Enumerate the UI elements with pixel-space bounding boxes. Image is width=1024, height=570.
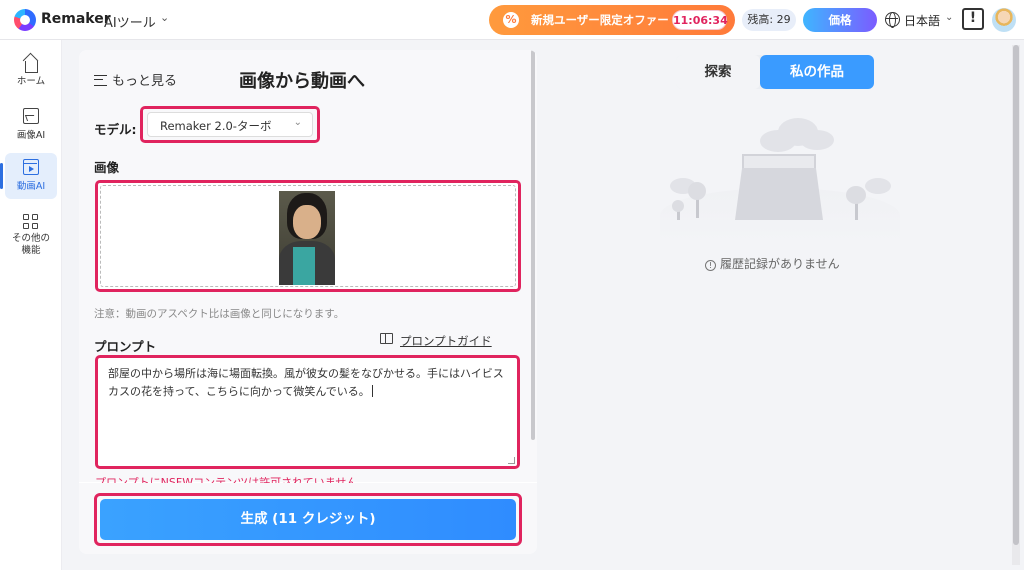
promo-banner[interactable]: % 新規ユーザー限定オファー 11:06:34: [489, 5, 735, 35]
sidebar-item-label: ホーム: [16, 76, 46, 87]
sidebar-item-home[interactable]: ホーム: [5, 52, 57, 98]
pricing-button[interactable]: 価格: [803, 8, 877, 32]
tab-my-works[interactable]: 私の作品: [760, 55, 874, 89]
language-label: 日本語: [904, 14, 941, 28]
aspect-ratio-note: 注意：動画のアスペクト比は画像と同じになります。: [94, 308, 345, 320]
image-upload-area[interactable]: [95, 180, 521, 292]
generate-area: 生成 (11 クレジット): [79, 483, 537, 554]
sidebar-item-label: その他の機能: [11, 233, 50, 256]
credits-balance: 残高: 29: [742, 9, 796, 31]
remaker-logo[interactable]: [14, 9, 36, 31]
panel-scroll-area: もっと見る 画像から動画へ モデル: Remaker 2.0-ターボ ⌄ 画像 …: [79, 50, 537, 483]
panel-scrollbar[interactable]: [531, 50, 535, 440]
language-selector[interactable]: 日本語 ⌄: [885, 10, 957, 30]
top-header: Remaker AIツール ⌄ % 新規ユーザー限定オファー 11:06:34 …: [0, 0, 1024, 40]
discount-icon: %: [503, 12, 519, 28]
chevron-down-icon[interactable]: ⌄: [160, 11, 169, 24]
sidebar-item-label: 動画AI: [16, 181, 46, 192]
empty-box-illustration: [660, 110, 900, 243]
home-icon: [24, 61, 38, 73]
sidebar-item-image-ai[interactable]: 画像AI: [5, 102, 57, 148]
page-title: 画像から動画へ: [239, 71, 365, 92]
gallery-tabs: 探索 私の作品: [676, 55, 874, 89]
sidebar-item-video-ai[interactable]: 動画AI: [0, 153, 57, 199]
prompt-textarea[interactable]: 部屋の中から場所は海に場面転換。風が彼女の髪をなびかせる。手にはハイビスカスの花…: [95, 355, 520, 469]
info-icon: !: [705, 260, 716, 271]
sidebar-item-other-features[interactable]: その他の機能: [5, 208, 57, 260]
prompt-guide-link[interactable]: プロンプトガイド: [380, 333, 492, 349]
sidebar-item-label: 画像AI: [16, 130, 46, 141]
generate-highlight: 生成 (11 クレジット): [94, 493, 522, 546]
empty-history-message: ! 履歴記録がありません: [705, 255, 840, 272]
uploaded-photo: [279, 191, 335, 285]
page-scrollbar[interactable]: [1012, 45, 1020, 565]
video-icon: [23, 159, 39, 175]
image-label: 画像: [94, 160, 120, 175]
generate-button[interactable]: 生成 (11 クレジット): [100, 499, 516, 540]
globe-icon: [885, 12, 900, 28]
feedback-icon[interactable]: !: [962, 8, 984, 30]
text-caret: [371, 385, 373, 397]
model-select-value: Remaker 2.0-ターボ: [160, 119, 272, 133]
left-sidebar: ホーム 画像AI 動画AI その他の機能: [0, 40, 62, 570]
chevron-down-icon: ⌄: [945, 12, 954, 23]
brand-name[interactable]: Remaker: [41, 11, 111, 27]
model-select-highlight: Remaker 2.0-ターボ ⌄: [140, 106, 320, 143]
more-link[interactable]: もっと見る: [94, 70, 177, 89]
prompt-label: プロンプト: [94, 339, 157, 354]
promo-text: 新規ユーザー限定オファー: [531, 13, 669, 27]
scrollbar-thumb[interactable]: [1013, 45, 1019, 545]
tab-explore[interactable]: 探索: [676, 55, 760, 89]
image-to-video-panel: もっと見る 画像から動画へ モデル: Remaker 2.0-ターボ ⌄ 画像 …: [79, 50, 537, 554]
prompt-text: 部屋の中から場所は海に場面転換。風が彼女の髪をなびかせる。手にはハイビスカスの花…: [108, 367, 504, 398]
ai-tools-menu[interactable]: AIツール: [104, 12, 156, 31]
model-select[interactable]: Remaker 2.0-ターボ ⌄: [147, 112, 313, 137]
image-icon: [23, 108, 39, 124]
user-avatar[interactable]: [992, 8, 1016, 32]
grid-icon: [23, 214, 39, 230]
resize-handle-icon[interactable]: [508, 457, 515, 464]
promo-timer: 11:06:34: [672, 10, 728, 30]
book-icon: [380, 333, 393, 344]
model-label: モデル:: [94, 122, 137, 137]
menu-icon: [94, 75, 107, 86]
chevron-down-icon: ⌄: [293, 117, 302, 128]
